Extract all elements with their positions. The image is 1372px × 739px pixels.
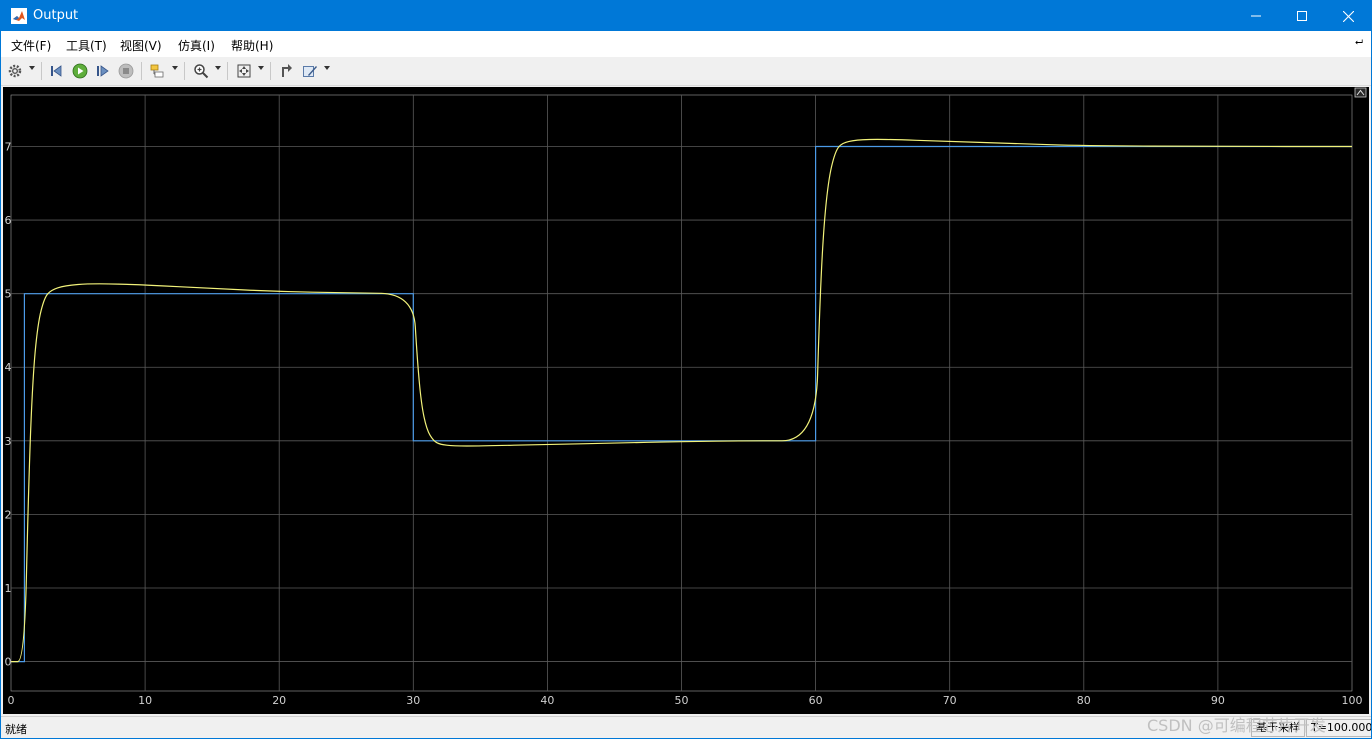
y-tick-label: 2	[5, 508, 12, 521]
scope-display: 0 1 2 3 4 5 6 7 0 10 20 30 40 50 60 70 80 90 100	[3, 87, 1369, 714]
scope-plot[interactable]: 0 1 2 3 4 5 6 7 0 10 20 30 40 50 60 70 80 90 100	[3, 87, 1369, 714]
x-tick-label: 80	[1077, 694, 1091, 707]
minimize-button[interactable]	[1233, 1, 1279, 31]
autoscale-button[interactable]	[234, 61, 254, 81]
settings-dropdown-icon[interactable]	[29, 66, 35, 70]
maximize-icon	[1297, 11, 1307, 21]
toolbar	[1, 57, 1371, 86]
x-tick-label: 60	[809, 694, 823, 707]
toolbar-separator	[227, 62, 228, 80]
minimize-icon	[1251, 15, 1261, 17]
y-tick-label: 5	[5, 288, 12, 301]
window-title: Output	[33, 8, 79, 23]
zoom-button[interactable]	[191, 61, 211, 81]
zoom-icon	[194, 64, 209, 79]
menu-help[interactable]: 帮助(H)	[231, 37, 273, 54]
menu-view[interactable]: 视图(V)	[120, 37, 162, 54]
toolbar-separator	[270, 62, 271, 80]
run-icon	[72, 63, 88, 79]
zoom-dropdown-icon[interactable]	[215, 66, 221, 70]
y-tick-label: 7	[5, 141, 12, 154]
y-tick-label: 6	[5, 214, 12, 227]
step-back-button[interactable]	[47, 61, 67, 81]
menu-expand-icon[interactable]: ⮠	[1355, 37, 1363, 48]
highlight-block-icon	[150, 64, 164, 78]
matlab-logo-icon	[11, 8, 27, 24]
title-bar[interactable]: Output	[1, 1, 1371, 31]
toolbar-separator	[41, 62, 42, 80]
snap-icon	[282, 64, 292, 77]
menu-simulation[interactable]: 仿真(I)	[178, 37, 215, 54]
autoscale-icon	[237, 64, 251, 78]
y-tick-label: 0	[5, 656, 12, 669]
x-tick-label: 90	[1211, 694, 1225, 707]
expand-axes-button[interactable]	[1354, 87, 1367, 98]
menu-tools[interactable]: 工具(T)	[66, 37, 107, 54]
snap-button[interactable]	[276, 61, 296, 81]
status-text: 就绪	[5, 723, 27, 736]
y-tick-label: 3	[5, 435, 12, 448]
settings-button[interactable]	[5, 61, 25, 81]
stop-icon	[118, 63, 134, 79]
autoscale-dropdown-icon[interactable]	[258, 66, 264, 70]
y-tick-label: 4	[5, 361, 12, 374]
highlight-block-button[interactable]	[147, 61, 167, 81]
highlight-dropdown-icon[interactable]	[172, 66, 178, 70]
watermark: CSDN @可编程芯片开发	[1147, 716, 1326, 735]
maximize-button[interactable]	[1279, 1, 1325, 31]
x-tick-label: 30	[406, 694, 420, 707]
gear-icon	[8, 64, 22, 78]
menu-file[interactable]: 文件(F)	[11, 37, 51, 54]
x-tick-label: 0	[8, 694, 15, 707]
output-window: Output 文件(F) 工具(T) 视图(V) 仿真(I) 帮助(H) ⮠ 0…	[0, 0, 1372, 739]
x-tick-label: 10	[138, 694, 152, 707]
run-button[interactable]	[70, 61, 90, 81]
x-tick-label: 70	[943, 694, 957, 707]
menu-bar: 文件(F) 工具(T) 视图(V) 仿真(I) 帮助(H) ⮠	[1, 31, 1371, 57]
restore-step-icon	[51, 65, 62, 77]
close-icon	[1342, 10, 1354, 22]
close-button[interactable]	[1325, 1, 1371, 31]
style-dropdown-icon[interactable]	[324, 66, 330, 70]
y-tick-label: 1	[5, 582, 12, 595]
x-tick-label: 20	[272, 694, 286, 707]
style-icon	[303, 66, 317, 77]
step-forward-icon	[97, 65, 109, 77]
x-tick-label: 50	[675, 694, 689, 707]
stop-button[interactable]	[116, 61, 136, 81]
step-forward-button[interactable]	[93, 61, 113, 81]
toolbar-separator	[184, 62, 185, 80]
toolbar-separator	[141, 62, 142, 80]
style-button[interactable]	[300, 61, 320, 81]
x-tick-label: 40	[540, 694, 554, 707]
x-tick-label: 100	[1342, 694, 1363, 707]
